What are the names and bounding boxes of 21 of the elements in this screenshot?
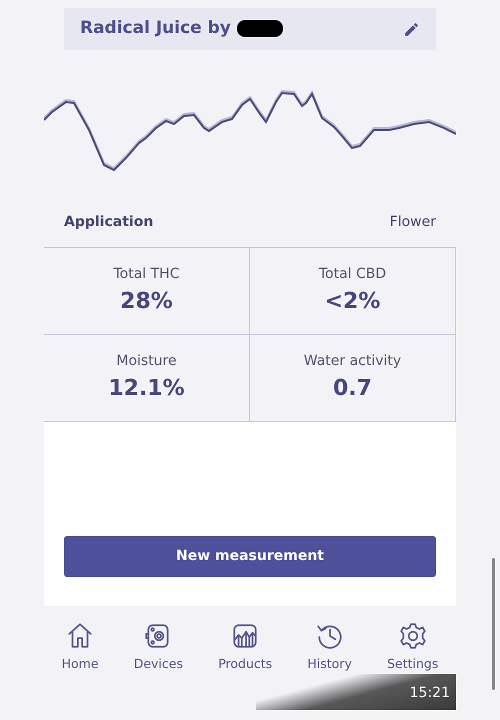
metric-value: <2% [324,288,380,316]
metric-value: 28% [120,288,173,316]
product-title: Radical Juice by [80,18,231,38]
metric-value: 12.1% [108,375,185,403]
new-measurement-button[interactable]: New measurement [64,536,436,577]
application-label: Application [64,213,154,232]
nav-tab[interactable]: Settings [381,620,444,675]
application-value: Flower [390,213,436,232]
metric-label: Moisture [116,352,177,371]
metric-label: Water activity [304,352,402,371]
settings-icon [398,621,428,651]
nav-tab[interactable]: Home [56,620,105,675]
nav-tab[interactable]: Products [212,620,278,675]
metric-value: 0.7 [333,375,372,403]
redaction-mark [236,20,283,38]
edit-icon[interactable] [403,21,420,38]
metric-label: Total THC [113,265,180,284]
nav-tab[interactable]: History [301,620,358,675]
nav-tab[interactable]: Devices [128,620,189,675]
metric-label: Total CBD [318,265,386,284]
timestamp: 15:21 [410,684,450,703]
